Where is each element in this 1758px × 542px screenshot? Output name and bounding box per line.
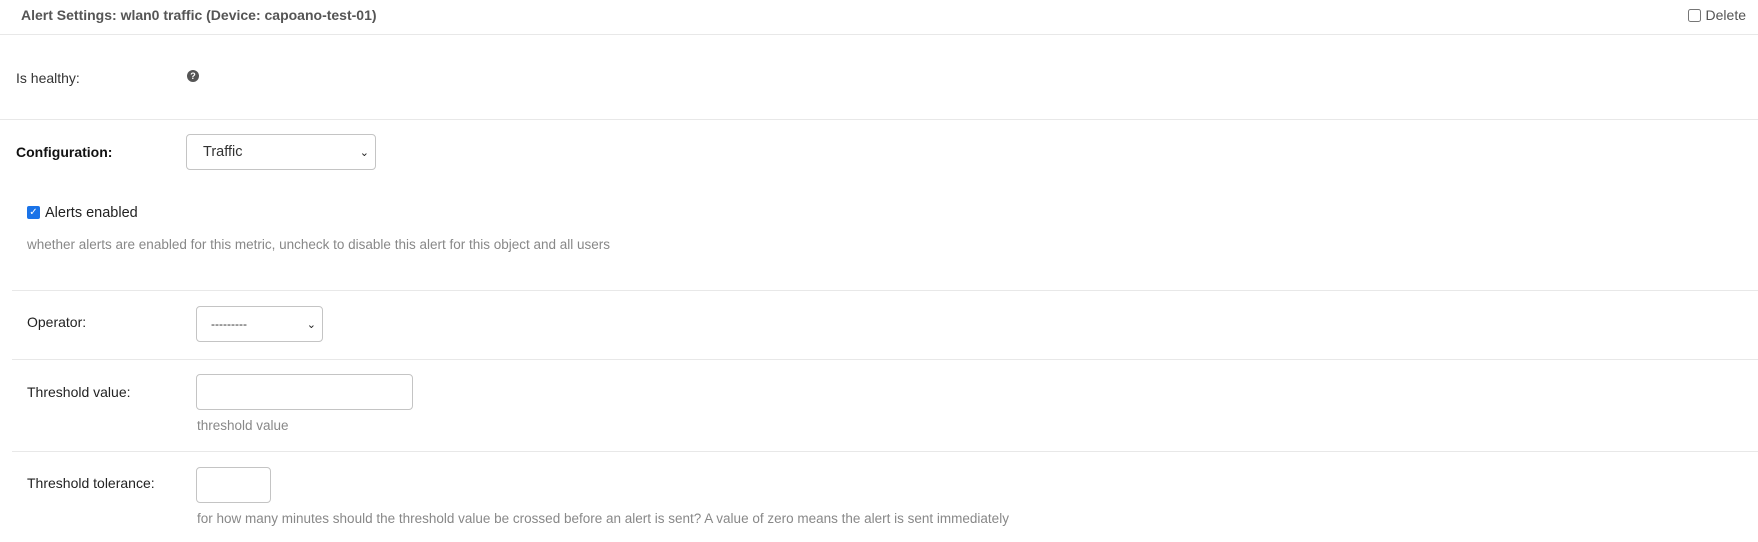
operator-selected-value: ---------	[211, 317, 247, 331]
question-circle-icon[interactable]: ?	[187, 70, 199, 82]
alert-settings-header: Alert Settings: wlan0 traffic (Device: c…	[0, 0, 1758, 35]
delete-label: Delete	[1705, 7, 1746, 23]
tolerance-row: Threshold tolerance: for how many minute…	[12, 452, 1758, 542]
is-healthy-label: Is healthy:	[16, 70, 80, 86]
configuration-label: Configuration:	[16, 144, 113, 160]
configuration-row: Configuration: Traffic ⌄	[0, 120, 1758, 204]
tolerance-input[interactable]	[196, 467, 271, 503]
alerts-enabled-checkbox[interactable]: ✓	[27, 206, 40, 219]
configuration-select[interactable]: Traffic ⌄	[186, 134, 376, 170]
configuration-selected-value: Traffic	[203, 144, 243, 160]
alerts-enabled-row: ✓ Alerts enabled whether alerts are enab…	[12, 204, 1758, 291]
operator-label: Operator:	[27, 314, 87, 330]
operator-row: Operator: --------- ⌄	[12, 291, 1758, 360]
alerts-enabled-help: whether alerts are enabled for this metr…	[27, 237, 611, 252]
delete-checkbox[interactable]	[1687, 8, 1701, 22]
tolerance-help: for how many minutes should the threshol…	[197, 511, 1009, 526]
delete-control[interactable]: Delete	[1687, 7, 1746, 23]
threshold-input[interactable]	[196, 374, 413, 410]
tolerance-label: Threshold tolerance:	[27, 475, 155, 491]
alerts-enabled-label[interactable]: Alerts enabled	[45, 205, 138, 221]
operator-select[interactable]: --------- ⌄	[196, 306, 323, 342]
threshold-label: Threshold value:	[27, 384, 131, 400]
threshold-row: Threshold value: threshold value	[12, 360, 1758, 452]
threshold-help: threshold value	[197, 418, 289, 433]
header-title: Alert Settings: wlan0 traffic (Device: c…	[21, 7, 377, 23]
is-healthy-row: Is healthy: ?	[0, 35, 1758, 120]
chevron-down-icon: ⌄	[359, 146, 369, 159]
chevron-down-icon: ⌄	[306, 318, 316, 331]
